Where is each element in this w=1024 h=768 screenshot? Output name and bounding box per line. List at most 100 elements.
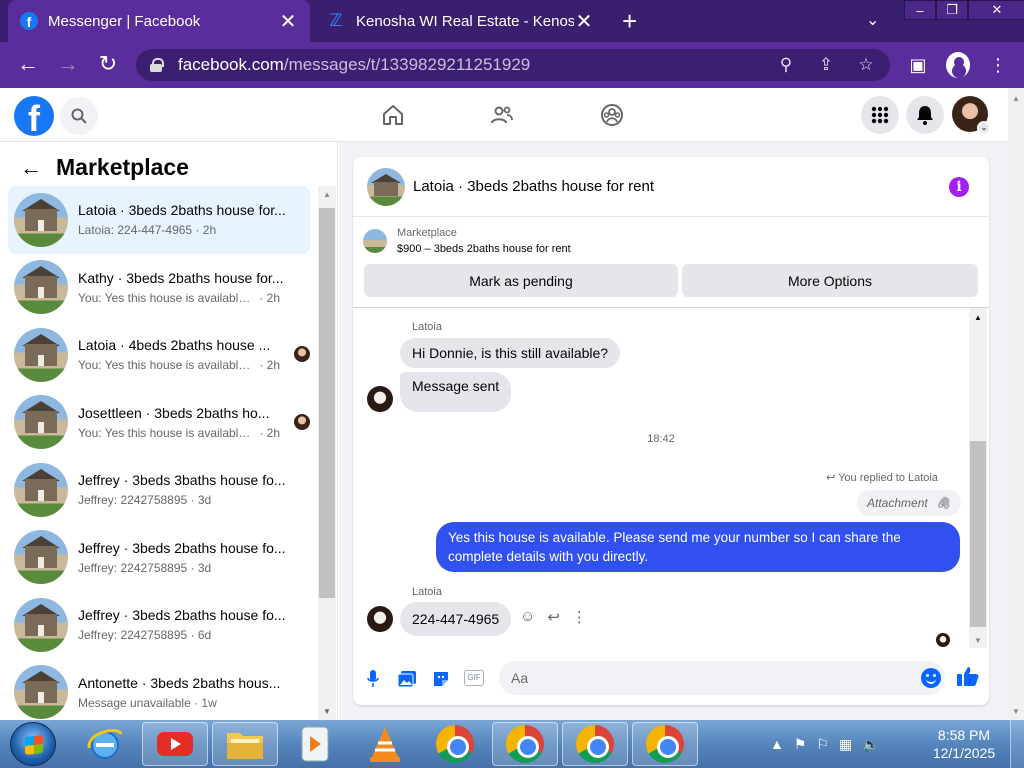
listing-thumbnail[interactable] — [367, 167, 405, 206]
reply-arrow-icon[interactable]: ↩ — [547, 608, 560, 626]
incoming-message[interactable]: Message sent — [400, 372, 512, 412]
tab-close-icon[interactable]: ✕ — [278, 9, 298, 34]
conversation-item[interactable]: Kathy · 3beds 2baths house for... You: Ye… — [8, 254, 310, 322]
maximize-button[interactable]: ❐ — [936, 0, 968, 20]
show-desktop-button[interactable] — [1010, 720, 1024, 768]
chat-title[interactable]: Latoia · 3beds 2baths house for rent — [413, 178, 654, 195]
incoming-message[interactable]: 224-447-4965 — [400, 602, 512, 636]
scroll-up-icon[interactable]: ▲ — [323, 190, 331, 199]
info-icon[interactable]: i — [949, 177, 969, 197]
vlc-icon[interactable] — [352, 722, 418, 766]
search-button[interactable] — [60, 97, 98, 135]
separator-dot: · — [256, 358, 267, 373]
tab-close-icon[interactable]: ✕ — [574, 9, 594, 34]
microphone-icon[interactable] — [362, 668, 384, 690]
page-scrollbar[interactable]: ▲ ▼ — [1008, 88, 1024, 720]
chrome-menu-icon[interactable]: ⋮ — [986, 51, 1010, 79]
scroll-down-icon[interactable]: ▼ — [1012, 707, 1020, 716]
chrome-profile-window-icon[interactable] — [632, 722, 698, 766]
scroll-down-icon[interactable]: ▼ — [323, 707, 331, 716]
chat-scrollbar[interactable]: ▲ ▼ — [969, 308, 987, 648]
side-panel-icon[interactable]: ▣ — [906, 51, 930, 79]
sticker-icon[interactable] — [430, 668, 452, 690]
conversation-list-scrollbar[interactable]: ▲ ▼ — [318, 186, 336, 720]
bookmark-star-icon[interactable]: ☆ — [856, 55, 876, 75]
separator-dot: · — [256, 290, 267, 305]
scroll-up-icon[interactable]: ▲ — [974, 313, 982, 322]
scroll-up-icon[interactable]: ▲ — [1012, 94, 1020, 103]
groups-icon[interactable] — [599, 102, 625, 128]
network-icon[interactable]: ▦ — [839, 736, 852, 753]
tab-kenosha-real-estate[interactable]: ℤ Kenosha WI Real Estate - Kenosha ✕ — [314, 0, 606, 42]
start-button[interactable] — [10, 722, 56, 766]
media-player-icon[interactable] — [282, 722, 348, 766]
facebook-logo-icon[interactable]: f — [14, 96, 54, 136]
chrome-profile-window-icon[interactable] — [492, 722, 558, 766]
chrome-icon[interactable] — [422, 722, 488, 766]
home-icon[interactable] — [380, 102, 406, 128]
flag-icon[interactable]: ⚑ — [794, 736, 807, 753]
replied-attachment[interactable]: Attachment 🖇 — [857, 490, 961, 516]
photo-icon[interactable] — [396, 668, 418, 690]
conversation-item[interactable]: Jeffrey · 3beds 2baths house fo... Jeffre… — [8, 591, 310, 659]
listing-summary[interactable]: Marketplace $900 – 3beds 2baths house fo… — [363, 227, 571, 255]
scrollbar-thumb[interactable] — [970, 441, 986, 627]
url-host: facebook.com — [178, 55, 284, 74]
window-controls: – ❐ ✕ — [904, 0, 1024, 20]
separator-dot: · — [190, 695, 202, 710]
back-arrow-icon[interactable]: ← — [16, 53, 40, 75]
emoji-icon[interactable] — [921, 668, 941, 688]
incoming-message[interactable]: Hi Donnie, is this still available? — [400, 338, 621, 368]
scrollbar-thumb[interactable] — [319, 208, 335, 598]
outgoing-message[interactable]: Yes this house is available. Please send… — [436, 522, 960, 572]
notifications-bell-icon[interactable] — [906, 96, 944, 134]
scroll-down-icon[interactable]: ▼ — [974, 636, 982, 645]
share-icon[interactable]: ⇪ — [816, 55, 836, 75]
menu-grid-icon[interactable] — [861, 96, 899, 134]
youtube-app-icon[interactable] — [142, 722, 208, 766]
more-options-button[interactable]: More Options — [682, 264, 978, 297]
conversation-preview: Jeffrey: 2242758895 — [78, 628, 188, 643]
forward-arrow-icon[interactable]: → — [56, 53, 80, 75]
chevron-down-icon[interactable]: ⌄ — [977, 121, 991, 135]
conversation-item[interactable]: Latoia · 3beds 2baths house for... Latoia… — [8, 186, 310, 254]
react-smiley-icon[interactable]: ☺ — [520, 608, 535, 626]
conversation-title: Jeffrey · 3beds 3baths house fo... — [78, 472, 286, 489]
mark-as-pending-button[interactable]: Mark as pending — [364, 264, 678, 297]
friends-icon[interactable] — [489, 102, 515, 128]
message-composer: GIF — [353, 657, 989, 701]
minimize-button[interactable]: – — [904, 0, 936, 20]
internet-explorer-icon[interactable] — [72, 722, 138, 766]
message-input[interactable] — [499, 661, 945, 695]
close-window-button[interactable]: ✕ — [968, 0, 1024, 20]
conversation-item[interactable]: Latoia · 4beds 2baths house ... You: Yes … — [8, 321, 310, 389]
sender-avatar[interactable] — [367, 606, 393, 632]
sender-avatar[interactable] — [367, 386, 393, 412]
conversation-item[interactable]: Jeffrey · 3beds 2baths house fo... Jeffre… — [8, 524, 310, 592]
zoom-icon[interactable]: ⚲ — [776, 55, 796, 75]
profile-icon[interactable] — [946, 51, 970, 79]
more-vertical-icon[interactable]: ⋮ — [572, 608, 587, 626]
back-arrow-icon[interactable]: ← — [20, 155, 42, 181]
thumbs-up-icon[interactable] — [957, 666, 979, 692]
new-tab-button[interactable]: + — [622, 8, 637, 34]
conversation-item[interactable]: Jeffrey · 3beds 3baths house fo... Jeffre… — [8, 456, 310, 524]
conversation-item[interactable]: Antonette · 3beds 2baths hous... Message … — [8, 659, 310, 721]
clock[interactable]: 8:58 PM 12/1/2025 — [926, 726, 1002, 762]
address-bar[interactable]: facebook.com/messages/t/1339829211251929… — [136, 49, 890, 81]
account-avatar[interactable]: ⌄ — [952, 96, 991, 135]
volume-icon[interactable]: 🔈 — [862, 736, 879, 753]
file-explorer-icon[interactable] — [212, 722, 278, 766]
action-center-icon[interactable]: ⚐ — [816, 736, 829, 753]
chrome-profile-window-icon[interactable] — [562, 722, 628, 766]
conversation-item[interactable]: Josettleen · 3beds 2baths ho... You: Yes … — [8, 389, 310, 457]
reply-arrow-icon: ↩ — [826, 472, 839, 484]
gif-icon[interactable]: GIF — [464, 670, 484, 686]
seen-avatar — [294, 346, 310, 362]
show-hidden-icons-icon[interactable]: ▲ — [770, 736, 784, 752]
browser-tab-strip: f Messenger | Facebook ✕ ℤ Kenosha WI Re… — [0, 0, 1024, 42]
tab-messenger[interactable]: f Messenger | Facebook ✕ — [8, 0, 310, 42]
tab-search-chevron-icon[interactable]: ⌄ — [866, 10, 879, 30]
reload-icon[interactable]: ↻ — [96, 53, 120, 75]
lock-icon[interactable] — [150, 58, 164, 72]
